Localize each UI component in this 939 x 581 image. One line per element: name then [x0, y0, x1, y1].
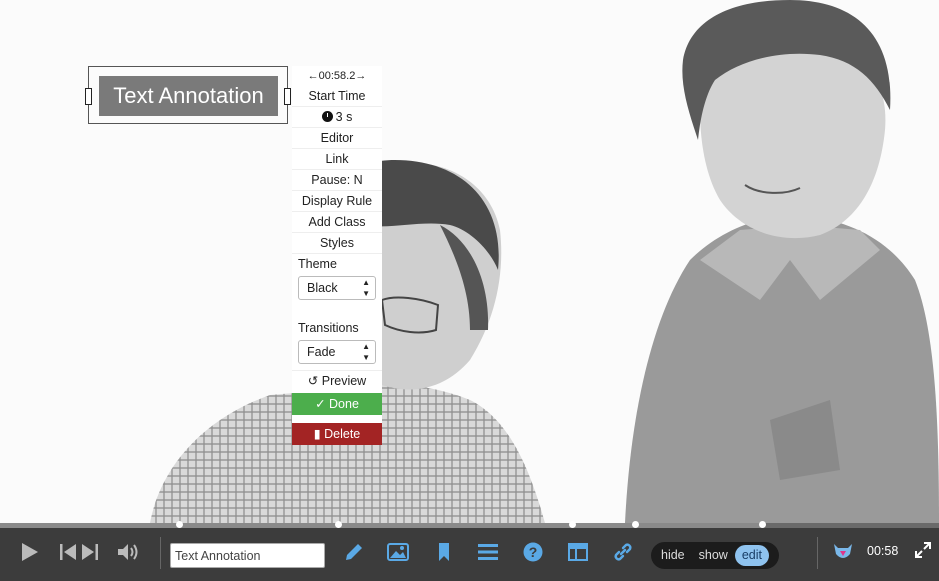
playhead-marker[interactable] [759, 521, 766, 528]
editor-button[interactable]: Editor [292, 128, 382, 149]
text-annotation[interactable]: Text Annotation [99, 76, 278, 116]
theme-select-value: Black [307, 281, 338, 295]
done-button[interactable]: ✓ Done [292, 393, 382, 415]
check-icon: ✓ [315, 397, 326, 411]
resize-handle-left[interactable] [85, 88, 92, 105]
add-class-button[interactable]: Add Class [292, 212, 382, 233]
pause-button[interactable]: Pause: N [292, 170, 382, 191]
styles-button[interactable]: Styles [292, 233, 382, 254]
help-icon[interactable]: ? [522, 541, 544, 563]
start-time-button[interactable]: Start Time [292, 86, 382, 107]
progress-fill [0, 523, 762, 528]
annotation-text-input[interactable] [170, 543, 325, 568]
annotation-marker[interactable] [632, 521, 639, 528]
logo-icon[interactable] [832, 541, 854, 563]
preview-label: Preview [321, 374, 367, 388]
resize-handle-right[interactable] [284, 88, 291, 105]
done-label: Done [329, 397, 359, 411]
fullscreen-icon[interactable] [914, 539, 932, 561]
svg-text:?: ? [529, 544, 538, 560]
mode-hide[interactable]: hide [654, 545, 692, 566]
control-bar: ? hide show edit 00:58 [0, 521, 939, 581]
bookmark-icon[interactable] [436, 541, 452, 563]
mode-toggle: hide show edit [651, 542, 779, 569]
time-offset[interactable]: ←00:58.2→ [292, 66, 382, 86]
video-stage[interactable]: Text Annotation ←00:58.2→ Start Time 3 s… [0, 0, 939, 523]
previous-icon[interactable] [58, 541, 78, 563]
transitions-select-value: Fade [307, 345, 336, 359]
mode-edit[interactable]: edit [734, 545, 769, 566]
delete-label: Delete [324, 427, 361, 441]
display-rule-button[interactable]: Display Rule [292, 191, 382, 212]
clock-icon [321, 111, 333, 122]
divider [160, 537, 161, 569]
play-icon[interactable] [18, 541, 40, 563]
duration-button[interactable]: 3 s [292, 107, 382, 128]
right-person [625, 0, 939, 523]
undo-icon: ↺ [307, 374, 319, 388]
preview-button[interactable]: ↺ Preview [292, 370, 382, 391]
annotation-edit-panel: ←00:58.2→ Start Time 3 s Editor Link Pau… [292, 66, 382, 445]
delete-button[interactable]: ▮ Delete [292, 423, 382, 445]
theme-select[interactable]: Black ▲ ▼ [298, 276, 376, 300]
image-icon[interactable] [387, 541, 409, 563]
annotation-marker[interactable] [176, 521, 183, 528]
theme-label: Theme [298, 257, 337, 271]
pencil-icon[interactable] [343, 541, 365, 563]
next-icon[interactable] [80, 541, 100, 563]
annotation-marker[interactable] [569, 521, 576, 528]
link-icon[interactable] [612, 541, 634, 563]
timecode: 00:58 [867, 544, 899, 558]
annotation-marker[interactable] [335, 521, 342, 528]
duration-value: 3 s [335, 110, 353, 124]
divider [817, 537, 818, 569]
select-arrows-icon: ▲ ▼ [362, 278, 370, 298]
select-arrows-icon: ▲ ▼ [362, 342, 370, 362]
link-button[interactable]: Link [292, 149, 382, 170]
list-icon[interactable] [477, 541, 499, 563]
mode-show[interactable]: show [692, 545, 735, 566]
progress-bar[interactable] [0, 521, 939, 528]
volume-icon[interactable] [117, 541, 139, 563]
transitions-label: Transitions [298, 321, 359, 335]
trash-icon: ▮ [313, 427, 321, 441]
layout-icon[interactable] [567, 541, 589, 563]
transitions-select[interactable]: Fade ▲ ▼ [298, 340, 376, 364]
